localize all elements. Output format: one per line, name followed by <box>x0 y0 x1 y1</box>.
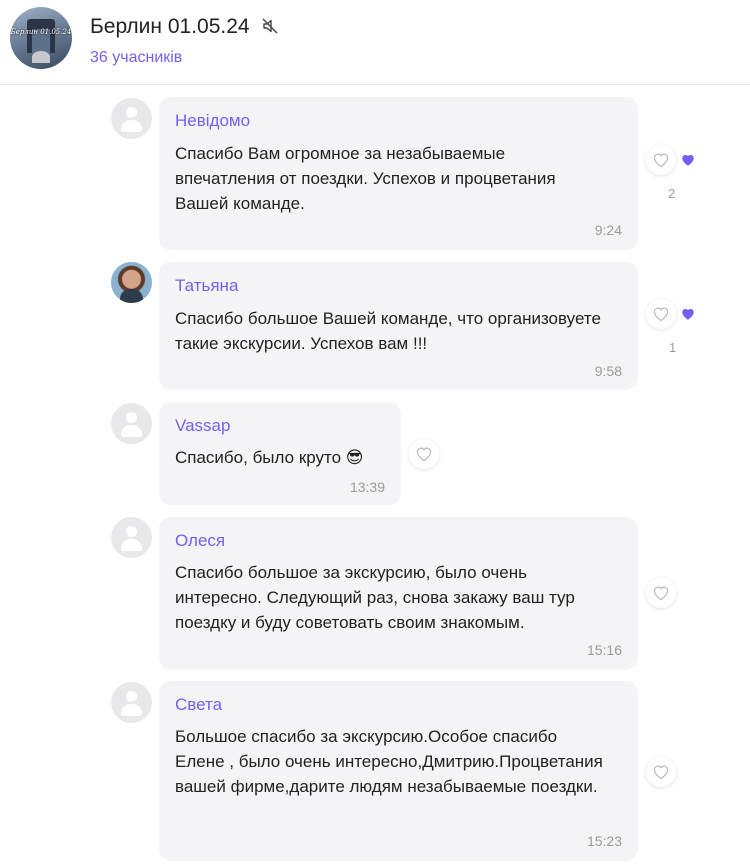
message-bubble[interactable]: Невідомо Спасибо Вам огромное за незабыв… <box>159 97 638 250</box>
message-time: 13:39 <box>349 479 385 495</box>
heart-outline-icon <box>653 153 669 168</box>
message-bubble[interactable]: Олеся Спасибо большое за экскурсию, было… <box>159 517 638 670</box>
default-avatar-icon[interactable] <box>111 517 152 558</box>
default-avatar-icon[interactable] <box>111 682 152 723</box>
sender-name[interactable]: Олеся <box>175 531 225 551</box>
message-bubble[interactable]: Татьяна Спасибо большое Вашей команде, ч… <box>159 262 638 390</box>
message-text: Спасибо, было круто 😎 <box>175 448 364 467</box>
message-time: 15:23 <box>586 833 622 849</box>
like-button[interactable] <box>646 145 676 175</box>
heart-outline-icon <box>416 447 432 462</box>
message-text: Большое спасибо за экскурсию.Особое спас… <box>175 727 603 796</box>
heart-outline-icon <box>653 307 669 322</box>
gate-image <box>27 19 55 53</box>
message-bubble[interactable]: Света Большое спасибо за экскурсию.Особо… <box>159 681 638 861</box>
message-text: Спасибо большое Вашей команде, что орган… <box>175 309 601 353</box>
avatar[interactable] <box>111 262 152 303</box>
default-avatar-icon[interactable] <box>111 98 152 139</box>
sender-name[interactable]: Татьяна <box>175 276 238 296</box>
purple-heart-icon <box>682 308 694 320</box>
chat-header: Берлин 01.05.24 Берлин 01.05.24 36 учасн… <box>0 0 750 85</box>
chat-title-text: Берлин 01.05.24 <box>90 15 250 38</box>
heart-outline-icon <box>653 586 669 601</box>
mute-icon <box>261 17 279 41</box>
message-text: Спасибо Вам огромное за незабываемые впе… <box>175 144 556 213</box>
sender-name[interactable]: Vassap <box>175 416 230 436</box>
sender-name[interactable]: Света <box>175 695 222 715</box>
avatar-logo-text: Берлин 01.05.24 <box>10 28 72 36</box>
default-avatar-icon[interactable] <box>111 403 152 444</box>
like-button[interactable] <box>646 299 676 329</box>
like-button[interactable] <box>646 757 676 787</box>
like-button[interactable] <box>409 439 439 469</box>
heart-outline-icon <box>653 765 669 780</box>
message-text: Спасибо большое за экскурсию, было очень… <box>175 563 575 632</box>
like-count: 2 <box>668 186 676 201</box>
member-count[interactable]: 36 учасників <box>90 49 182 67</box>
like-button[interactable] <box>646 578 676 608</box>
message-bubble[interactable]: Vassap Спасибо, было круто 😎 13:39 <box>159 402 401 505</box>
group-avatar[interactable]: Берлин 01.05.24 <box>10 7 72 69</box>
message-time: 9:24 <box>594 222 622 238</box>
like-count: 1 <box>669 340 677 355</box>
sender-name[interactable]: Невідомо <box>175 111 250 131</box>
message-time: 15:16 <box>586 642 622 658</box>
message-time: 9:58 <box>594 363 622 379</box>
purple-heart-icon <box>682 154 694 166</box>
chat-title[interactable]: Берлин 01.05.24 <box>90 15 279 41</box>
